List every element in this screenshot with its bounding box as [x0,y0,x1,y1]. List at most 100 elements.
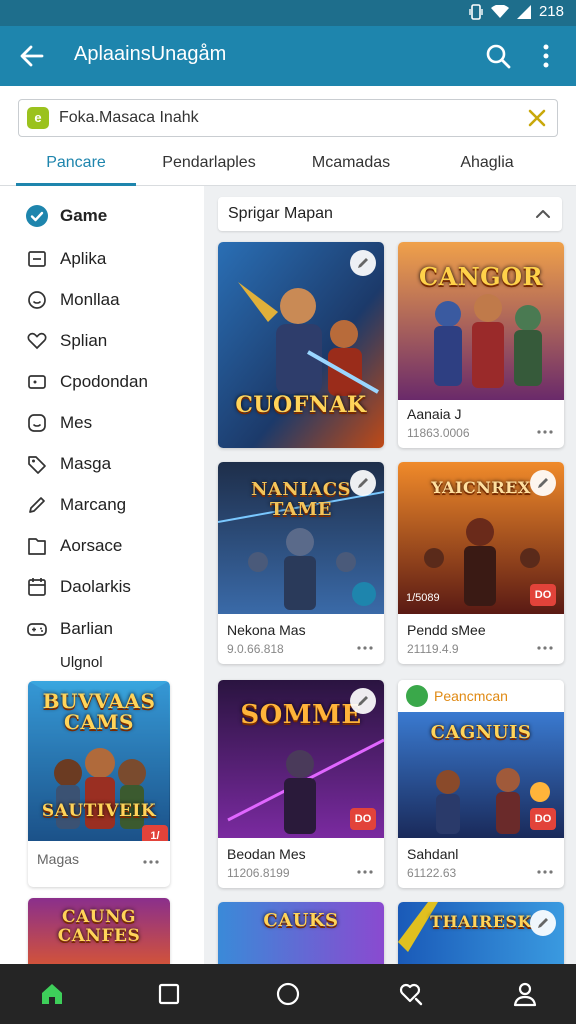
game-name: Beodan Mes [227,846,306,862]
tab-pendarlaples[interactable]: Pendarlaples [150,148,268,186]
sidebar-item-label: Cpodondan [60,372,148,391]
sidebar-item-barlian[interactable]: Barlian [0,609,204,649]
game-art-title: CUOFNAK [235,392,367,418]
edit-button[interactable] [350,688,376,714]
game-art: THAIRESK [398,902,564,964]
status-bar: 218 [0,0,576,26]
game-badge: DO [530,584,556,606]
pencil-icon [358,478,368,488]
pencil-icon [29,497,45,513]
sidebar-item-label: Masga [60,454,112,473]
wifi-icon [490,4,509,18]
more-horiz-icon[interactable] [536,645,554,651]
circle-icon[interactable] [274,980,302,1008]
pencil-icon [538,918,548,928]
game-card[interactable]: YAICNREX 1/5089 DO Pendd sMee 21119.4.9 [398,462,564,664]
game-art: BUVVAAS CAMS SAUTIVEIK 1/ [28,681,170,841]
game-art: NANIACS TAME [218,462,384,614]
game-card[interactable]: CANGOR Aanaia J 11863.0006 [398,242,564,448]
more-horiz-icon[interactable] [536,869,554,875]
pencil-icon [358,258,368,268]
more-horiz-icon[interactable] [536,429,554,435]
tab-ahaglia[interactable]: Ahaglia [428,148,546,186]
folder-icon [28,538,46,555]
sidebar-item-marcang[interactable]: Marcang [0,485,204,525]
game-art: CAUNG CANFES [28,898,170,964]
more-horiz-icon[interactable] [356,869,374,875]
sidebar-item-daolarkis[interactable]: Daolarkis [0,567,204,607]
sidebar-item-splian[interactable]: Splian [0,321,204,361]
game-art: CAUKS [218,902,384,964]
edit-button[interactable] [350,470,376,496]
sidebar-item-label: Monllaa [60,290,120,309]
sidebar-item-aplika[interactable]: Aplika [0,239,204,279]
card-header: Peancmcan [398,680,564,712]
publisher-name: Peancmcan [434,688,508,704]
tab-label: Ahaglia [460,154,514,171]
app-logo-icon: e [27,107,49,129]
heart-outline-icon [27,332,47,350]
sidebar-game-card[interactable]: CAUNG CANFES [28,898,170,964]
game-name: Aanaia J [407,406,462,422]
game-size: 11863.0006 [407,426,470,440]
edit-button[interactable] [530,470,556,496]
sidebar-item-label: Aorsace [60,536,123,555]
game-art: SOMME DO [218,680,384,838]
game-art-title: CAUKS [263,910,339,931]
tab-label: Pendarlaples [162,154,256,171]
game-card[interactable]: CUOFNAK [218,242,384,448]
more-horiz-icon[interactable] [356,645,374,651]
search-input[interactable] [59,106,499,130]
sidebar: Game Aplika Monllaa Splian Cpodondan Mes… [0,186,204,964]
sidebar-item-mes[interactable]: Mes [0,403,204,443]
sidebar-game-card[interactable]: BUVVAAS CAMS SAUTIVEIK 1/ Magas [28,681,170,887]
section-header[interactable]: Sprigar Mapan [218,197,562,231]
check-circle-icon [26,205,48,227]
sidebar-item-monllaa[interactable]: Monllaa [0,280,204,320]
app-window-icon [28,251,46,267]
game-name: Pendd sMee [407,622,486,638]
chevron-up-icon[interactable] [534,205,552,223]
sidebar-item-label: Barlian [60,619,113,638]
smile-circle-icon [28,291,46,309]
gamepad-icon [27,623,47,636]
game-card[interactable]: CAUKS [218,902,384,964]
game-art-title: CANGOR [418,262,543,291]
sidebar-item-aorsace[interactable]: Aorsace [0,526,204,566]
heart-search-icon[interactable] [397,980,425,1008]
more-horiz-icon[interactable] [142,859,160,865]
sidebar-item-ulgnol[interactable]: Ulgnol [0,652,204,674]
more-vert-icon[interactable] [534,42,558,70]
game-name: Magas [37,851,80,867]
game-badge: 1/ [142,825,168,841]
profile-icon[interactable] [511,980,539,1008]
back-arrow-icon[interactable] [16,40,48,72]
sidebar-item-masga[interactable]: Masga [0,444,204,484]
sidebar-item-label: Aplika [60,249,107,268]
game-card[interactable]: Peancmcan CAGNUIS DO Sahdanl 61122.63 [398,680,564,888]
game-card[interactable]: SOMME DO Beodan Mes 11206.8199 [218,680,384,888]
tab-label: Pancare [46,154,106,171]
game-name: Nekona Mas [227,622,306,638]
search-box[interactable]: e [18,99,558,137]
tab-pancare[interactable]: Pancare [16,148,136,186]
page-title: AplaainsUnagåm [74,43,227,65]
game-art: CANGOR [398,242,564,400]
search-icon[interactable] [484,42,512,70]
game-card[interactable]: THAIRESK [398,902,564,964]
tab-bar: Pancare Pendarlaples Mcamadas Ahaglia [0,148,576,186]
sidebar-item-game[interactable]: Game [0,196,204,236]
home-icon[interactable] [38,980,66,1008]
sidebar-item-label: Game [60,206,108,225]
square-icon[interactable] [155,980,183,1008]
game-card[interactable]: NANIACS TAME Nekona Mas 9.0.66.818 [218,462,384,664]
edit-button[interactable] [350,250,376,276]
close-icon[interactable] [525,106,549,130]
game-badge [352,582,376,606]
tab-label: Mcamadas [311,154,391,171]
calendar-icon [28,578,46,596]
sidebar-item-label: Mes [60,413,93,432]
sidebar-item-cpodondan[interactable]: Cpodondan [0,362,204,402]
tab-mcamadas[interactable]: Mcamadas [292,148,410,186]
edit-button[interactable] [530,910,556,936]
